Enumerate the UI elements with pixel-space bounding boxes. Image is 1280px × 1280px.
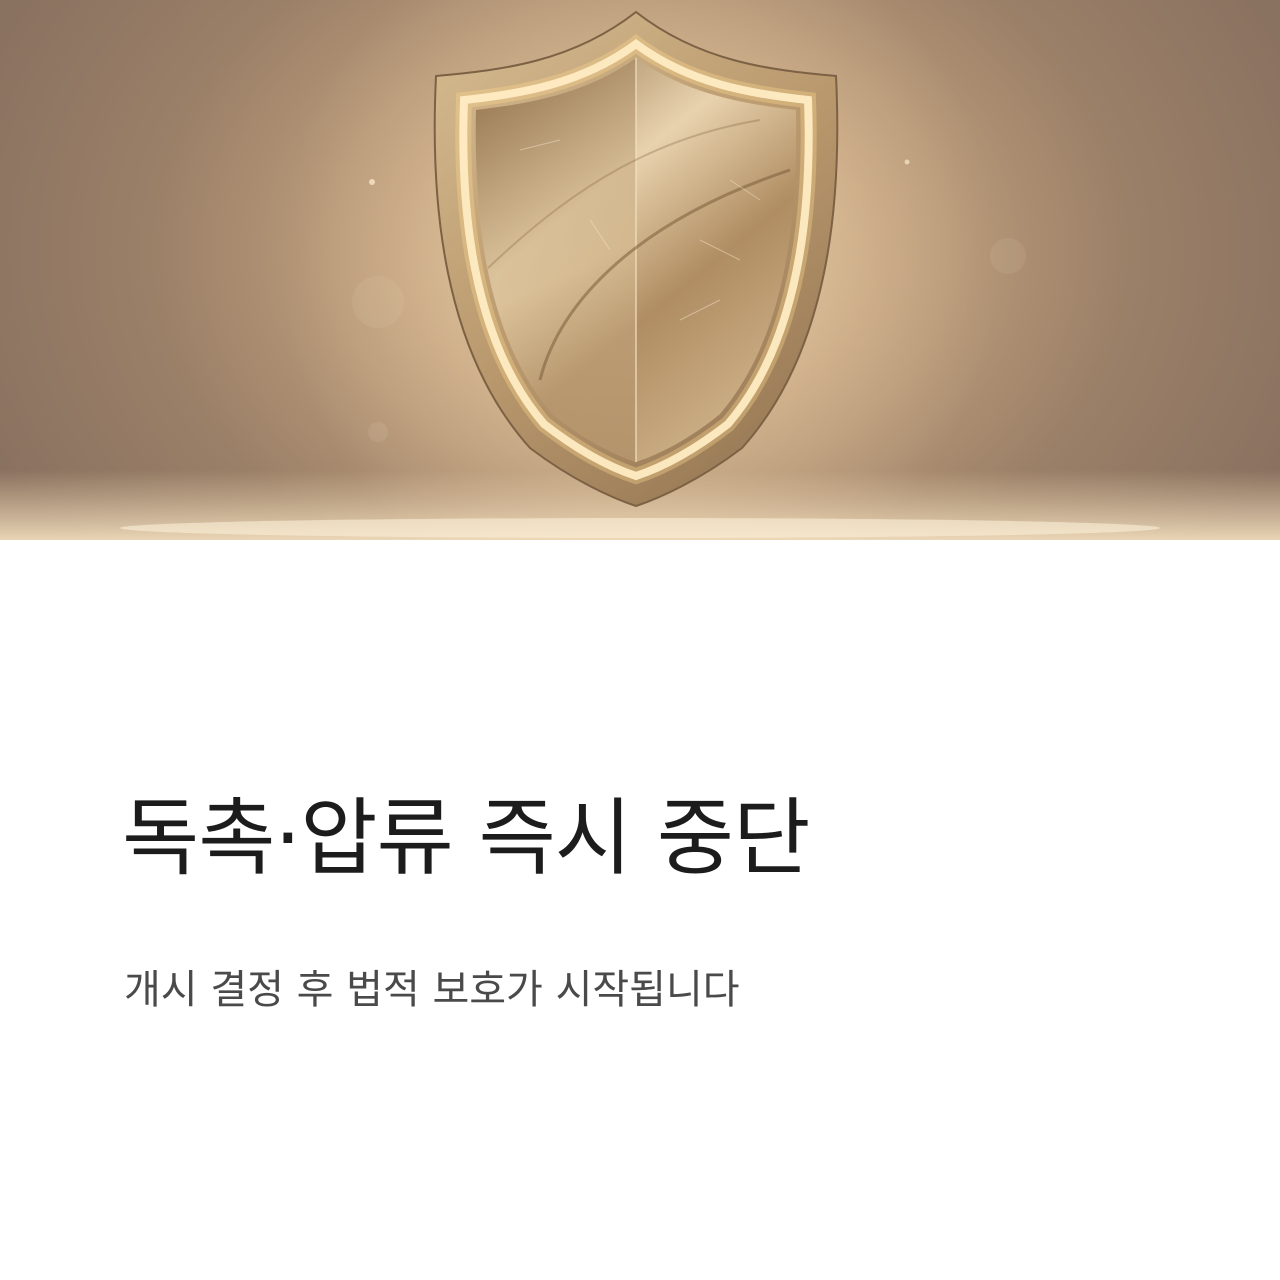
subheadline: 개시 결정 후 법적 보호가 시작됩니다 (124, 967, 740, 1013)
page: 독촉·압류 즉시 중단 개시 결정 후 법적 보호가 시작됩니다 (0, 0, 1280, 1280)
hero-illustration (0, 0, 1280, 540)
content-section: 독촉·압류 즉시 중단 개시 결정 후 법적 보호가 시작됩니다 (0, 540, 1280, 1280)
headline: 독촉·압류 즉시 중단 (122, 789, 810, 887)
hero-banner (0, 0, 1280, 540)
